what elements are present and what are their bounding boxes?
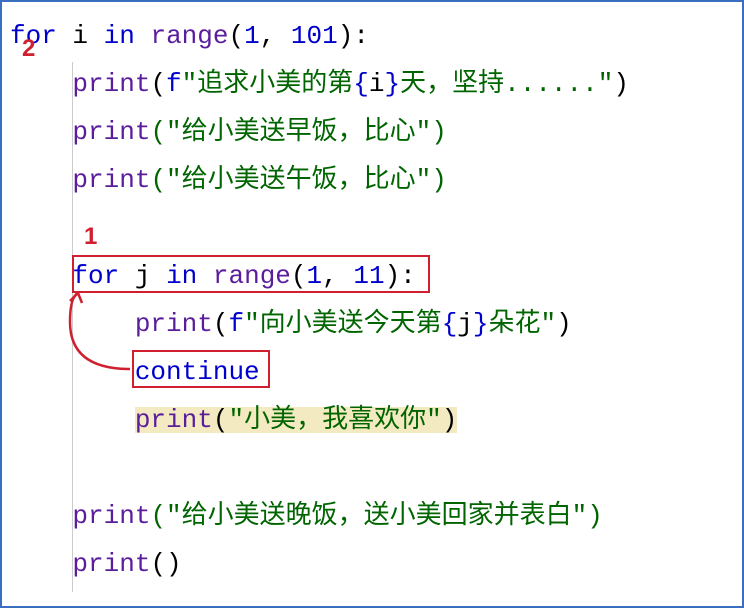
- string-text: 向小美送今天第: [260, 311, 442, 337]
- blank-line: [10, 444, 734, 492]
- code-block: for i in range(1, 101): print(f"追求小美的第{i…: [2, 2, 742, 598]
- builtin-print: print: [135, 311, 213, 337]
- builtin-print: print: [72, 503, 150, 529]
- print-arg: ("给小美送午饭，比心"): [150, 167, 446, 193]
- code-line-2: print(f"追求小美的第{i}天，坚持......"): [10, 60, 734, 108]
- num-101: 101: [291, 23, 338, 49]
- highlight-box-continue: [132, 350, 270, 388]
- annotation-label-1: 1: [84, 225, 97, 249]
- print-arg: (): [150, 551, 181, 577]
- fvar-j: j: [457, 311, 473, 337]
- builtin-print: print: [72, 71, 150, 97]
- var-i: i: [72, 23, 88, 49]
- builtin-range: range: [150, 23, 228, 49]
- code-line-3: print("给小美送早饭，比心"): [10, 108, 734, 156]
- print-arg: ("给小美送早饭，比心"): [150, 119, 446, 145]
- code-line-7: print(f"向小美送今天第{j}朵花"): [10, 300, 734, 348]
- indent-guide: [72, 62, 73, 592]
- code-line-1: for i in range(1, 101):: [10, 12, 734, 60]
- highlight-box-for-loop: [72, 255, 430, 293]
- code-line-4: print("给小美送午饭，比心"): [10, 156, 734, 204]
- code-line-12: print(): [10, 540, 734, 588]
- paren: (: [228, 23, 244, 49]
- f-prefix: f: [166, 71, 182, 97]
- builtin-print: print: [72, 167, 150, 193]
- blank-line: [10, 204, 734, 252]
- builtin-print: print: [135, 405, 213, 435]
- code-line-9: print("小美，我喜欢你"): [10, 396, 734, 444]
- builtin-print: print: [72, 119, 150, 145]
- print-arg: ("给小美送晚饭，送小美回家并表白"): [150, 503, 602, 529]
- fvar-i: i: [369, 71, 385, 97]
- string-text: 追求小美的第: [197, 71, 353, 97]
- keyword-in: in: [104, 23, 135, 49]
- num-1: 1: [244, 23, 260, 49]
- code-line-11: print("给小美送晚饭，送小美回家并表白"): [10, 492, 734, 540]
- annotation-label-2: 2: [22, 37, 35, 61]
- code-line-8: continue: [10, 348, 734, 396]
- string-text: 小美，我喜欢你: [244, 405, 426, 435]
- builtin-print: print: [72, 551, 150, 577]
